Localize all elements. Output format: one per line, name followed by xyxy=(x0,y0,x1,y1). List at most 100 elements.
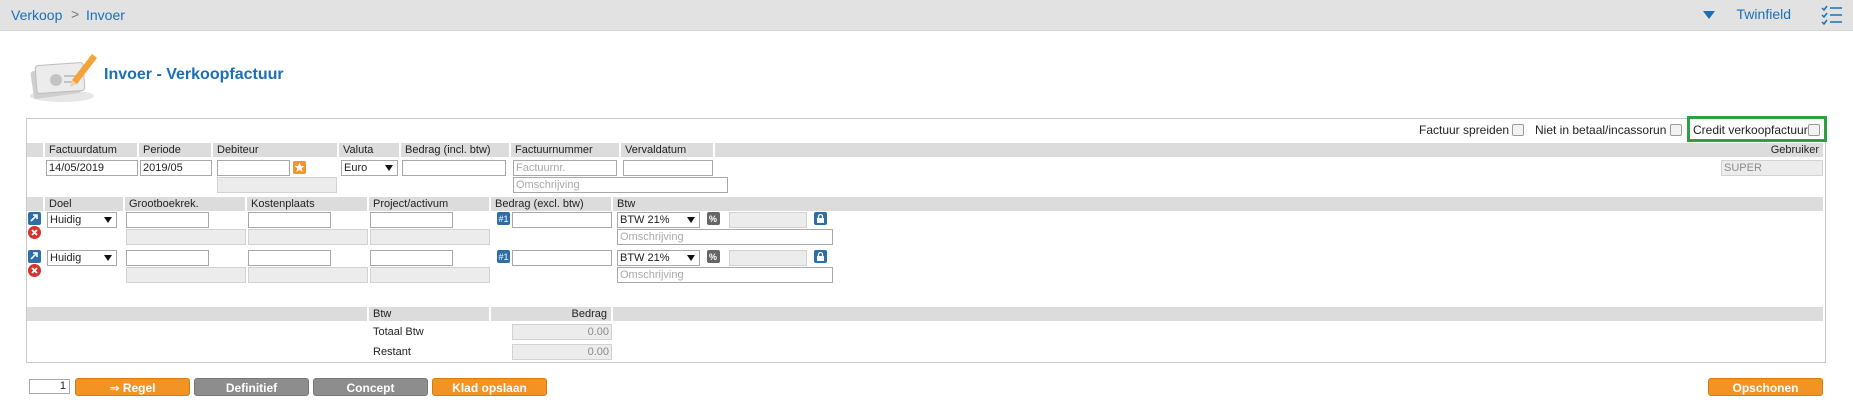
totals-header-spacer xyxy=(27,307,367,321)
line-1-doel-value: Huidig xyxy=(50,214,82,226)
col-valuta: Valuta xyxy=(339,143,399,157)
line-1-calculator-icon[interactable]: #1 xyxy=(497,212,510,225)
chevron-down-icon xyxy=(385,165,393,171)
col-factuurnummer: Factuurnummer xyxy=(511,143,619,157)
line-1-kostenplaats-input[interactable] xyxy=(248,212,331,228)
line-2-vat-select[interactable]: BTW 21% xyxy=(617,250,700,266)
col-factuurdatum: Factuurdatum xyxy=(45,143,137,157)
line-2-kostenplaats-input[interactable] xyxy=(248,250,331,266)
col-debiteur: Debiteur xyxy=(213,143,337,157)
vat-total-value: 0.00 xyxy=(512,324,612,340)
breadcrumb-invoer[interactable]: Invoer xyxy=(86,7,125,23)
header-spacer xyxy=(27,143,43,157)
line-1-grootboek-name xyxy=(126,229,246,245)
chevron-down-icon xyxy=(687,217,695,223)
currency-select-value: Euro xyxy=(344,162,368,174)
line-1-project-name xyxy=(370,229,490,245)
line-1-vat-select[interactable]: BTW 21% xyxy=(617,212,700,228)
not-in-payment-run-label: Niet in betaal/incassorun xyxy=(1535,123,1667,137)
invoice-date-input[interactable]: 14/05/2019 xyxy=(46,160,138,176)
line-2-kostenplaats-name xyxy=(248,267,368,283)
line-2-project-input[interactable] xyxy=(370,250,453,266)
not-in-payment-run-checkbox[interactable] xyxy=(1670,124,1682,136)
header-description-input[interactable]: Omschrijving xyxy=(513,177,728,193)
period-input[interactable]: 2019/05 xyxy=(140,160,212,176)
col-periode: Periode xyxy=(139,143,211,157)
line-1-project-input[interactable] xyxy=(370,212,453,228)
totals-col-btw: Btw xyxy=(369,307,489,321)
line-count-input[interactable]: 1 xyxy=(29,379,70,394)
svg-text:#1: #1 xyxy=(499,252,509,262)
col-kostenplaats: Kostenplaats xyxy=(247,197,367,211)
page-title: Invoer - Verkoopfactuur xyxy=(104,66,284,83)
delete-line-icon[interactable] xyxy=(28,264,41,277)
line-1-amount-input[interactable] xyxy=(512,212,612,228)
line-expand-icon[interactable] xyxy=(28,250,41,263)
remaining-value: 0.00 xyxy=(512,344,612,360)
spread-invoice-label: Factuur spreiden xyxy=(1419,123,1510,137)
svg-text:%: % xyxy=(709,214,717,224)
checklist-menu-icon[interactable] xyxy=(1821,5,1843,25)
svg-text:%: % xyxy=(709,252,717,262)
line-2-grootboek-input[interactable] xyxy=(126,250,209,266)
draft-save-button[interactable]: Klad opslaan xyxy=(432,378,547,396)
line-2-calculator-icon[interactable]: #1 xyxy=(497,250,510,263)
col-gebruiker: Gebruiker xyxy=(715,143,1823,157)
svg-text:#1: #1 xyxy=(499,214,509,224)
col-grootboekrek: Grootboekrek. xyxy=(125,197,245,211)
line-2-amount-input[interactable] xyxy=(512,250,612,266)
breadcrumb-verkoop[interactable]: Verkoop xyxy=(11,7,62,23)
totals-header-fill xyxy=(613,307,1823,321)
remaining-label: Restant xyxy=(373,346,411,358)
col-bedrag-excl: Bedrag (excl. btw) xyxy=(491,197,611,211)
delete-line-icon[interactable] xyxy=(28,226,41,239)
debtor-name-field xyxy=(217,177,337,193)
invoice-number-input[interactable]: Factuurnr. xyxy=(513,160,617,176)
col-btw: Btw xyxy=(613,197,1823,211)
line-1-lock-icon[interactable] xyxy=(814,212,827,225)
line-2-percent-icon[interactable]: % xyxy=(707,250,720,263)
line-2-vat-value: BTW 21% xyxy=(620,252,670,264)
col-doel: Doel xyxy=(45,197,123,211)
debtor-input[interactable] xyxy=(217,160,290,176)
line-1-description-input[interactable]: Omschrijving xyxy=(617,229,833,245)
col-bedrag-incl: Bedrag (incl. btw) xyxy=(401,143,509,157)
credit-invoice-checkbox[interactable] xyxy=(1808,124,1820,136)
line-2-doel-select[interactable]: Huidig xyxy=(47,250,117,266)
line-1-kostenplaats-name xyxy=(248,229,368,245)
line-1-doel-select[interactable]: Huidig xyxy=(47,212,117,228)
line-2-doel-value: Huidig xyxy=(50,252,82,264)
final-button[interactable]: Definitief xyxy=(194,378,309,396)
line-2-lock-icon[interactable] xyxy=(814,250,827,263)
lines-header-spacer xyxy=(27,197,43,211)
line-2-grootboek-name xyxy=(126,267,246,283)
line-2-vat-amount-field xyxy=(729,250,807,266)
chevron-down-icon xyxy=(104,217,112,223)
spread-invoice-checkbox[interactable] xyxy=(1512,124,1524,136)
organization-selector[interactable]: Twinfield xyxy=(1737,6,1791,22)
amount-incl-vat-input[interactable] xyxy=(402,160,506,176)
col-project-activum: Project/activum xyxy=(369,197,489,211)
debtor-favorite-icon[interactable] xyxy=(293,161,306,174)
clean-up-button[interactable]: Opschonen xyxy=(1708,378,1823,396)
user-field: SUPER xyxy=(1721,160,1823,176)
breadcrumb-separator: > xyxy=(71,6,80,22)
totals-col-bedrag: Bedrag xyxy=(491,307,611,321)
line-1-percent-icon[interactable]: % xyxy=(707,212,720,225)
top-bar: Verkoop > Invoer Twinfield xyxy=(0,0,1853,31)
invoice-pencil-icon xyxy=(30,54,97,102)
due-date-input[interactable] xyxy=(623,160,713,176)
line-1-vat-amount-field xyxy=(729,212,807,228)
org-dropdown-icon[interactable] xyxy=(1703,11,1715,19)
chevron-down-icon xyxy=(687,255,695,261)
col-vervaldatum: Vervaldatum xyxy=(621,143,713,157)
concept-button[interactable]: Concept xyxy=(313,378,428,396)
line-1-grootboek-input[interactable] xyxy=(126,212,209,228)
line-expand-icon[interactable] xyxy=(28,212,41,225)
credit-invoice-label: Credit verkoopfactuur xyxy=(1693,123,1808,137)
currency-select[interactable]: Euro xyxy=(341,160,398,176)
invoice-form: Factuur spreiden Niet in betaal/incassor… xyxy=(26,116,1827,363)
vat-total-label: Totaal Btw xyxy=(373,326,424,338)
line-2-description-input[interactable]: Omschrijving xyxy=(617,267,833,283)
add-line-button[interactable]: ⇒ Regel xyxy=(75,378,190,396)
